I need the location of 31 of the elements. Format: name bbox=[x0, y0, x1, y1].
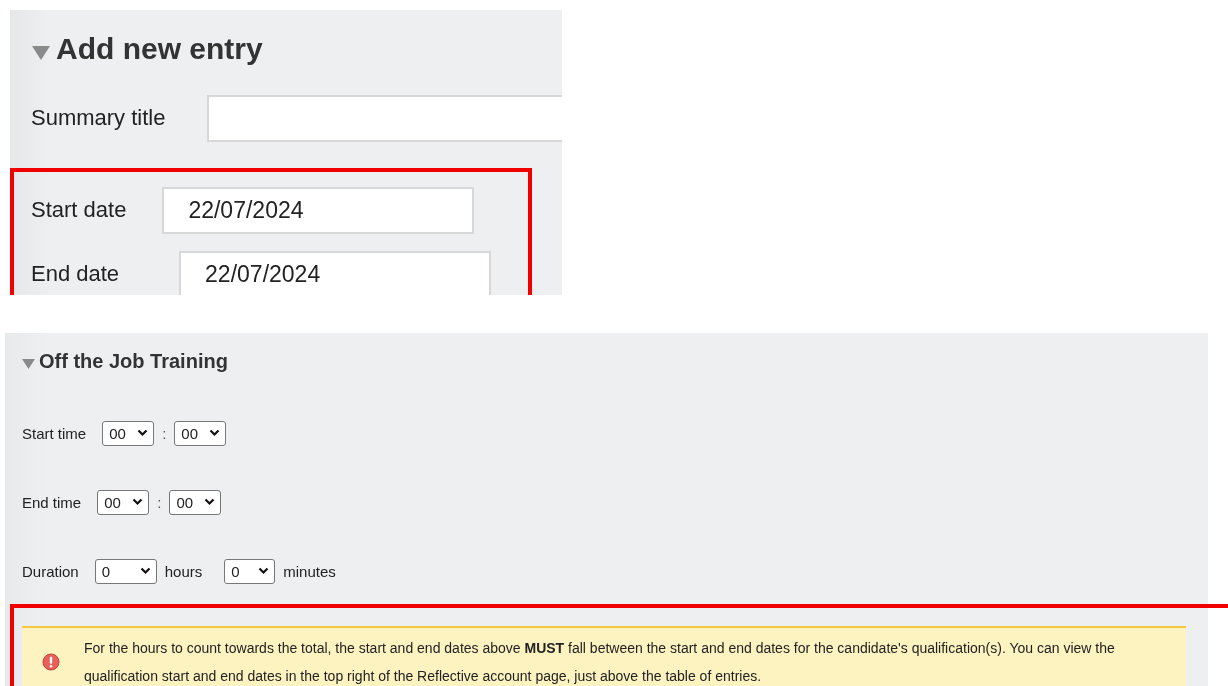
minutes-select[interactable]: 0 bbox=[224, 558, 276, 584]
warning-icon bbox=[42, 653, 60, 671]
caret-icon[interactable] bbox=[32, 46, 50, 60]
field-label: Start date bbox=[31, 197, 127, 223]
date-field[interactable]: 22/07/2024 bbox=[162, 186, 475, 234]
panel-title: Off the Job Training bbox=[39, 349, 228, 373]
hour-select[interactable]: 00 bbox=[97, 489, 150, 515]
caret-icon[interactable] bbox=[22, 359, 35, 369]
field-label: Summary title bbox=[31, 105, 166, 131]
field-label: End date bbox=[31, 261, 120, 287]
hour-select[interactable]: 00 bbox=[102, 420, 155, 446]
minute-select[interactable]: 00 bbox=[174, 420, 227, 446]
chevron-icon bbox=[258, 567, 270, 575]
panel-title: Add new entry bbox=[56, 32, 263, 66]
field-label: End time bbox=[22, 493, 82, 511]
summary-title-field[interactable] bbox=[207, 94, 562, 142]
field-label: Duration bbox=[22, 562, 79, 580]
hours-select[interactable]: 0 bbox=[94, 558, 157, 584]
unit-label: hours bbox=[164, 562, 203, 580]
time-separator: : bbox=[157, 493, 162, 511]
chevron-icon bbox=[204, 498, 216, 506]
notice-text: For the hours to count towards the total, the start and end dates above MUST fall between the start and end dates for the candidate's qualification(s). You can view the qualification start and end dates in the top right of the Reflective account page, just above the table of entries. bbox=[84, 639, 1116, 686]
chevron-icon bbox=[139, 567, 151, 575]
chevron-icon bbox=[137, 429, 149, 437]
time-separator: : bbox=[162, 424, 167, 442]
minute-select[interactable]: 00 bbox=[169, 489, 222, 515]
chevron-icon bbox=[209, 429, 221, 437]
field-label: Start time bbox=[22, 424, 87, 442]
unit-label: minutes bbox=[283, 562, 336, 580]
date-field[interactable]: 22/07/2024 bbox=[179, 250, 492, 295]
chevron-icon bbox=[132, 498, 144, 506]
